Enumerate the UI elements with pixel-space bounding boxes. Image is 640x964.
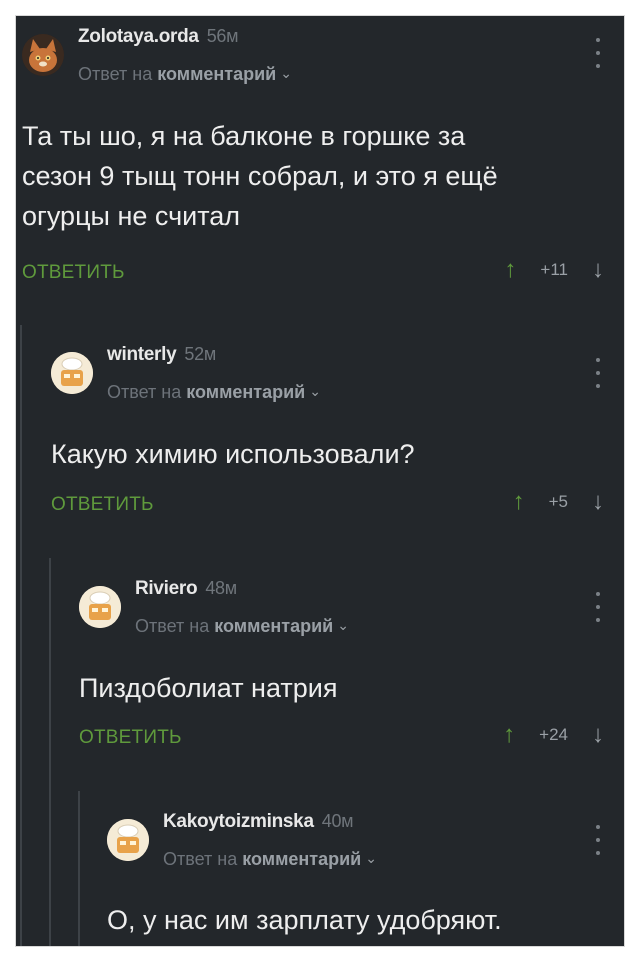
- chevron-down-icon: ⌄: [280, 65, 292, 81]
- comment-time: 56м: [206, 26, 239, 46]
- reply-to-link[interactable]: Ответ на комментарий ⌄: [78, 64, 292, 85]
- author-name[interactable]: winterly 52м: [107, 344, 216, 366]
- cat-avatar-icon: [22, 34, 64, 76]
- score: +24: [539, 725, 568, 744]
- downvote-arrow-icon[interactable]: ↓: [586, 256, 610, 284]
- thread-line-level-1: [20, 325, 22, 946]
- comment-text: Та ты шо, я на балконе в горшке за сезон…: [22, 121, 498, 231]
- reply-button[interactable]: ОТВЕТИТЬ: [51, 494, 154, 516]
- downvote-arrow-icon[interactable]: ↓: [586, 488, 610, 516]
- chef-avatar-icon: [79, 586, 121, 628]
- chef-avatar-icon: [107, 819, 149, 861]
- upvote-arrow-icon[interactable]: ↑: [498, 256, 522, 284]
- upvote-arrow-icon[interactable]: ↑: [507, 488, 531, 516]
- comment-text: Пиздоболиат натрия: [79, 673, 338, 703]
- reply-button[interactable]: ОТВЕТИТЬ: [22, 262, 125, 284]
- avatar[interactable]: [107, 819, 149, 861]
- thread-line-level-2: [49, 558, 51, 946]
- vote-controls: ↑ +24 ↓: [497, 721, 610, 749]
- more-options-icon[interactable]: [594, 592, 602, 622]
- vote-controls: ↑ +5 ↓: [507, 488, 610, 516]
- reply-button[interactable]: ОТВЕТИТЬ: [79, 727, 182, 749]
- author-name[interactable]: Kakoytoizminska 40м: [163, 811, 354, 833]
- avatar[interactable]: [22, 34, 64, 76]
- score: +11: [540, 260, 568, 279]
- avatar[interactable]: [51, 352, 93, 394]
- comment-time: 40м: [321, 811, 354, 831]
- comment-text: О, у нас им зарплату удобряют.: [107, 905, 502, 935]
- chef-avatar-icon: [51, 352, 93, 394]
- comment-1: Zolotaya.orda 56м Ответ на комментарий ⌄ Т…: [16, 16, 624, 316]
- chevron-down-icon: ⌄: [365, 850, 377, 866]
- reply-to-link[interactable]: Ответ на комментарий ⌄: [107, 382, 321, 403]
- comment-time: 48м: [205, 578, 237, 598]
- score: +5: [548, 492, 568, 511]
- vote-controls: ↑ +11 ↓: [498, 256, 610, 284]
- comment-time: 52м: [184, 344, 216, 364]
- upvote-arrow-icon[interactable]: ↑: [497, 721, 521, 749]
- author-name[interactable]: Riviero 48м: [135, 578, 237, 600]
- downvote-arrow-icon[interactable]: ↓: [586, 721, 610, 749]
- thread-line-level-3: [78, 791, 80, 946]
- more-options-icon[interactable]: [594, 38, 602, 68]
- chevron-down-icon: ⌄: [309, 383, 321, 399]
- reply-to-link[interactable]: Ответ на комментарий ⌄: [135, 616, 349, 637]
- chevron-down-icon: ⌄: [337, 617, 349, 633]
- more-options-icon[interactable]: [594, 358, 602, 388]
- more-options-icon[interactable]: [594, 825, 602, 855]
- avatar[interactable]: [79, 586, 121, 628]
- author-name[interactable]: Zolotaya.orda 56м: [78, 26, 238, 48]
- reply-to-link[interactable]: Ответ на комментарий ⌄: [163, 849, 377, 870]
- comments-thread: Zolotaya.orda 56м Ответ на комментарий ⌄ Т…: [16, 16, 624, 946]
- comment-text: Какую химию использовали?: [51, 439, 415, 469]
